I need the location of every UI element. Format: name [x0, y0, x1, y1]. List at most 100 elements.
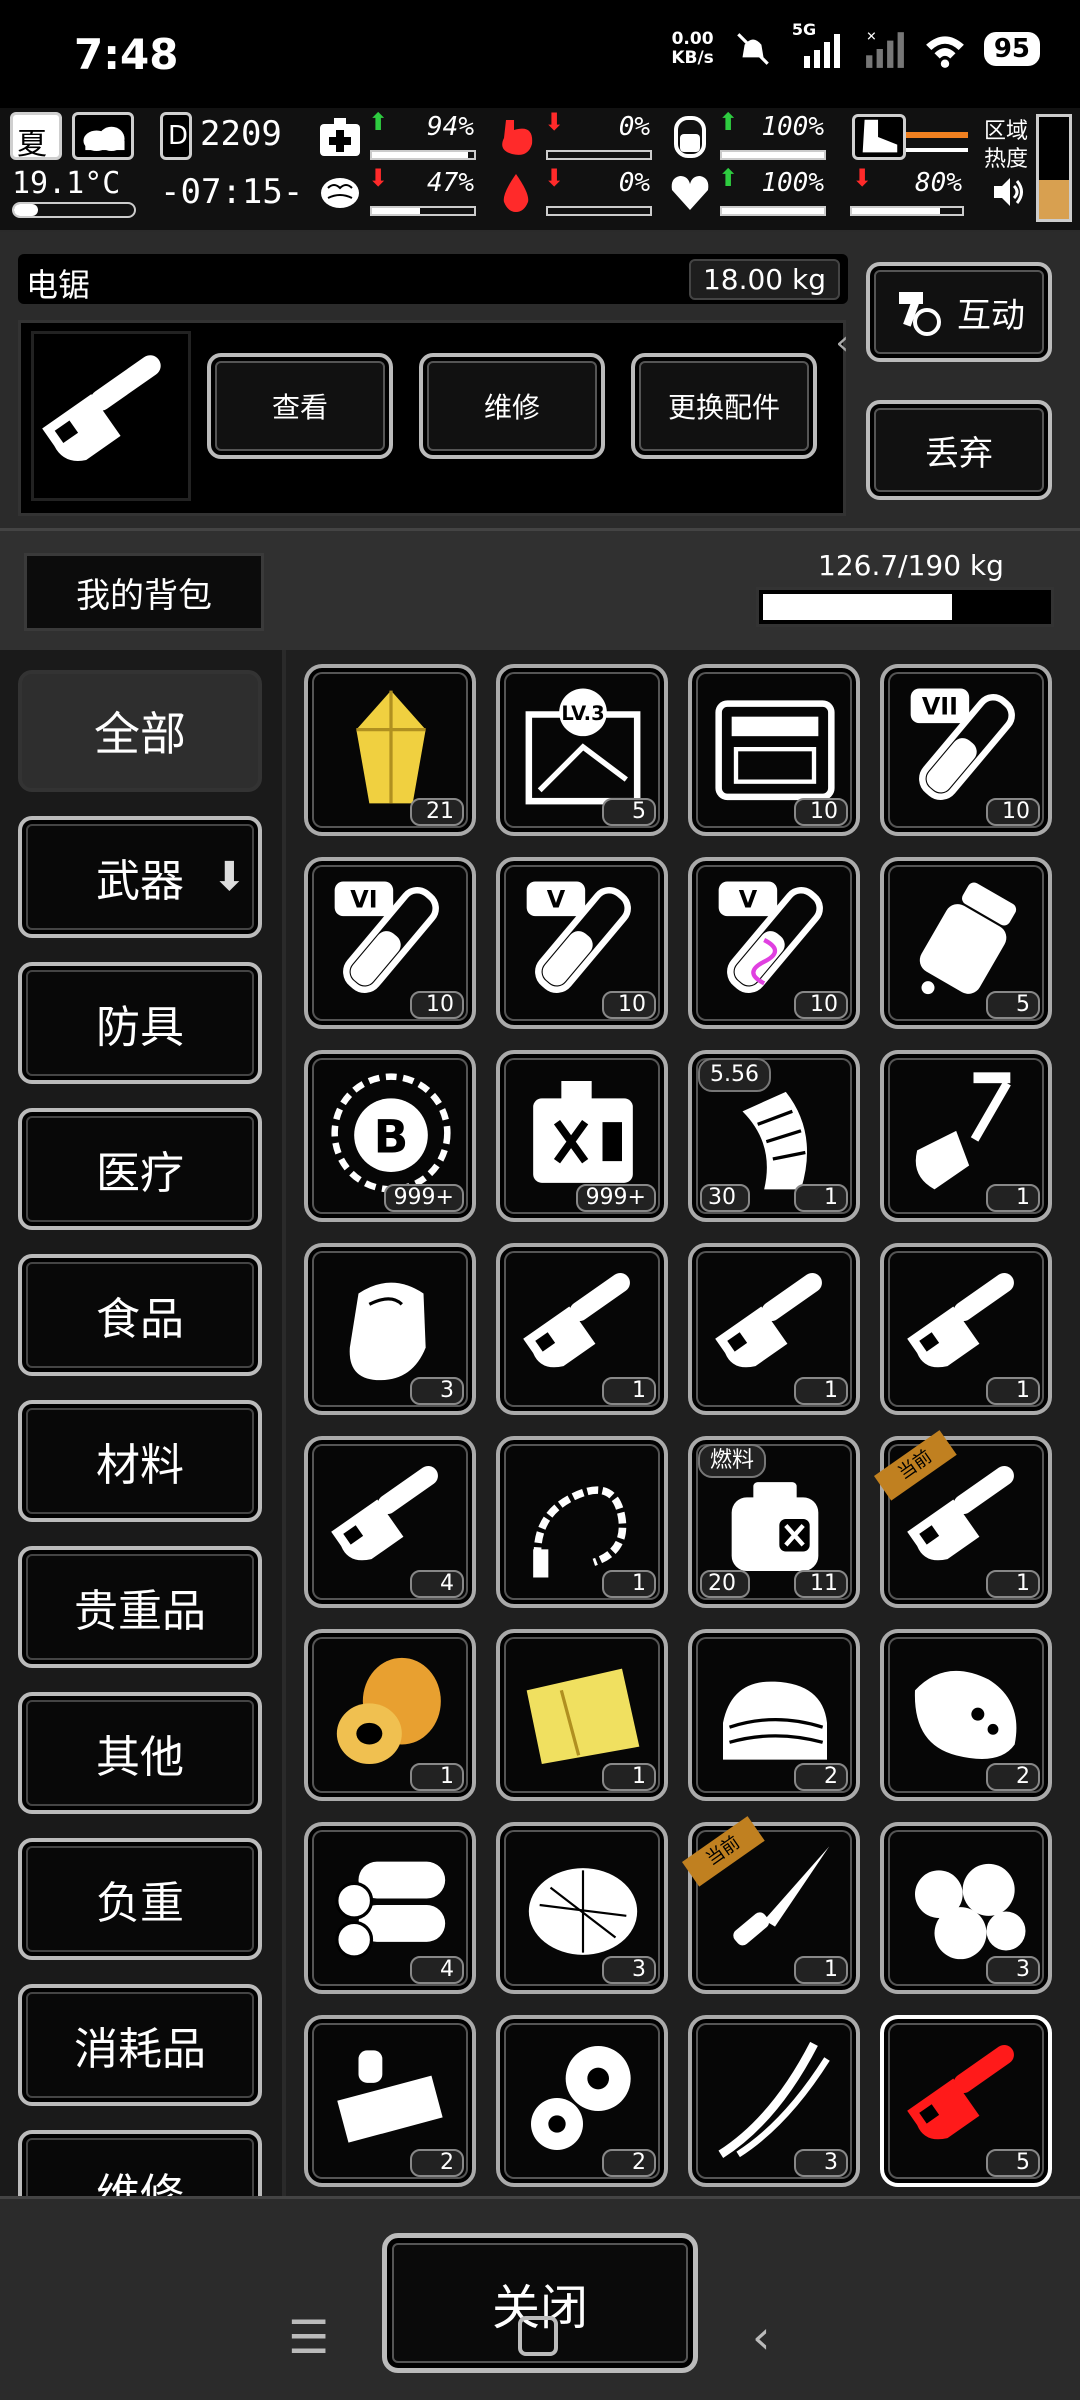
weather-cloud-icon: [72, 112, 134, 160]
item-count: 3: [794, 2149, 848, 2177]
category-tab[interactable]: 防具: [18, 962, 262, 1084]
heart-value: 100%: [761, 168, 824, 198]
menu-nav-icon[interactable]: ☰: [288, 2310, 329, 2364]
view-button[interactable]: 查看: [207, 353, 393, 459]
status-icons: 0.00 KB/s 5G ✕ 95: [671, 20, 1040, 70]
inventory-slot[interactable]: 1: [880, 1243, 1052, 1415]
stat-health: ⬆ 94%: [318, 108, 478, 162]
inventory-slot[interactable]: 3: [880, 1822, 1052, 1994]
inventory-slot[interactable]: 2: [688, 1629, 860, 1801]
inventory-slot[interactable]: V 10: [688, 857, 860, 1029]
inventory-slot[interactable]: VII 10: [880, 664, 1052, 836]
speed-value: 0.00: [671, 29, 714, 49]
interact-button[interactable]: 互动: [866, 262, 1052, 362]
stomach-icon: [502, 120, 533, 155]
wires-icon: [718, 2041, 830, 2158]
item-count: 11: [794, 1570, 848, 1598]
speaker-icon[interactable]: [990, 174, 1026, 210]
inventory-slot[interactable]: 当前 1: [874, 1430, 1052, 1608]
network-speed: 0.00 KB/s: [671, 30, 713, 68]
inventory-slot[interactable]: LV.3 5: [496, 664, 668, 836]
inventory-slot[interactable]: 10: [688, 664, 860, 836]
item-count: 4: [410, 1570, 464, 1598]
up-arrow-icon: ⬆: [718, 164, 739, 192]
inventory-slot[interactable]: 999+: [496, 1050, 668, 1222]
inventory-slot[interactable]: 4: [304, 1436, 476, 1608]
inventory-slot[interactable]: 1: [688, 1243, 860, 1415]
item-count: 1: [794, 1184, 848, 1212]
item-count: 10: [410, 991, 464, 1019]
area-heat-label: 区域 热度: [984, 118, 1028, 174]
repair-button[interactable]: 维修: [419, 353, 605, 459]
fiber-ball-icon: [528, 1868, 638, 1955]
category-label: 全部: [94, 707, 186, 761]
glove-icon: [349, 1282, 426, 1381]
inventory-slot[interactable]: 3: [688, 2015, 860, 2187]
category-tab[interactable]: 其他: [18, 1692, 262, 1814]
category-tab[interactable]: 贵重品: [18, 1546, 262, 1668]
item-name-bar: 电锯 18.00 kg: [18, 254, 848, 304]
item-count: 4: [410, 1956, 464, 1984]
day-counter: 2209: [200, 114, 282, 154]
inventory-slot[interactable]: V 10: [496, 857, 668, 1029]
back-nav-icon[interactable]: ‹: [752, 2310, 770, 2364]
test-tube-vii-icon: VII: [910, 688, 1015, 801]
stat-stomach: ⬇ 0%: [494, 108, 654, 162]
inventory-slot[interactable]: 3: [304, 1243, 476, 1415]
inventory-slot[interactable]: 2: [304, 2015, 476, 2187]
inventory-slot[interactable]: 1: [496, 1436, 668, 1608]
thermometer-bar: [12, 202, 136, 218]
discard-button[interactable]: 丢弃: [866, 400, 1052, 500]
inventory-slot[interactable]: 2: [880, 1629, 1052, 1801]
inventory-slot[interactable]: 1: [304, 1629, 476, 1801]
category-tab[interactable]: 消耗品: [18, 1984, 262, 2106]
stat-water: ⬆ 100%: [668, 108, 828, 162]
category-tab[interactable]: 维修: [18, 2130, 262, 2196]
test-tube-vi-icon: VI: [334, 881, 439, 994]
boot-indicator-line: [906, 132, 968, 138]
dna-syringe-v-icon: V: [718, 881, 823, 994]
category-tab[interactable]: 武器 ⬇: [18, 816, 262, 938]
inventory-slot[interactable]: 5: [880, 2015, 1052, 2187]
inventory-slot[interactable]: 当前 1: [682, 1816, 860, 1994]
item-tag: 5.56: [698, 1058, 771, 1092]
chainsaw-icon: [42, 355, 161, 461]
inventory-slot[interactable]: 1: [496, 1629, 668, 1801]
item-count: 1: [794, 1377, 848, 1405]
inventory-slot[interactable]: 2: [496, 2015, 668, 2187]
inventory-slot[interactable]: 1: [496, 1243, 668, 1415]
brain-icon: [321, 178, 359, 208]
stat-stamina: ⬇ 80%: [848, 164, 966, 218]
tool-parts-icon: [337, 2050, 443, 2143]
backpack-header: 我的背包 126.7/190 kg: [0, 528, 1080, 650]
category-tab[interactable]: 全部: [18, 670, 262, 792]
item-count: 1: [602, 1377, 656, 1405]
inventory-slot[interactable]: 燃料 20 11: [688, 1436, 860, 1608]
inventory-slot[interactable]: B 999+: [304, 1050, 476, 1222]
interact-label: 互动: [957, 295, 1025, 336]
item-count: 3: [986, 1956, 1040, 1984]
down-arrow-icon: ⬇: [544, 164, 565, 192]
category-tab[interactable]: 负重: [18, 1838, 262, 1960]
collapse-chevron-icon[interactable]: ‹: [835, 323, 849, 363]
inventory-slot[interactable]: VI 10: [304, 857, 476, 1029]
chainsaw-red-icon: [907, 2045, 1014, 2140]
item-count: 1: [410, 1763, 464, 1791]
inventory-slot[interactable]: 3: [496, 1822, 668, 1994]
inventory-slot[interactable]: 21: [304, 664, 476, 836]
inventory-slot[interactable]: 4: [304, 1822, 476, 1994]
category-tab[interactable]: 材料: [18, 1400, 262, 1522]
change-parts-button[interactable]: 更换配件: [631, 353, 817, 459]
inventory-slot[interactable]: 5.56 30 1: [688, 1050, 860, 1222]
day-icon: D: [160, 112, 192, 160]
category-label: 食品: [96, 1294, 184, 1345]
inventory-slot[interactable]: 5: [880, 857, 1052, 1029]
category-tab[interactable]: 食品: [18, 1254, 262, 1376]
blood-value: 0%: [618, 168, 650, 198]
inventory-slot[interactable]: 1: [880, 1050, 1052, 1222]
svg-text:VI: VI: [350, 886, 377, 914]
home-nav-icon[interactable]: [518, 2316, 558, 2356]
bottom-bar: 关闭: [0, 2196, 1080, 2400]
category-tab[interactable]: 医疗: [18, 1108, 262, 1230]
item-subcount: 20: [700, 1570, 750, 1598]
